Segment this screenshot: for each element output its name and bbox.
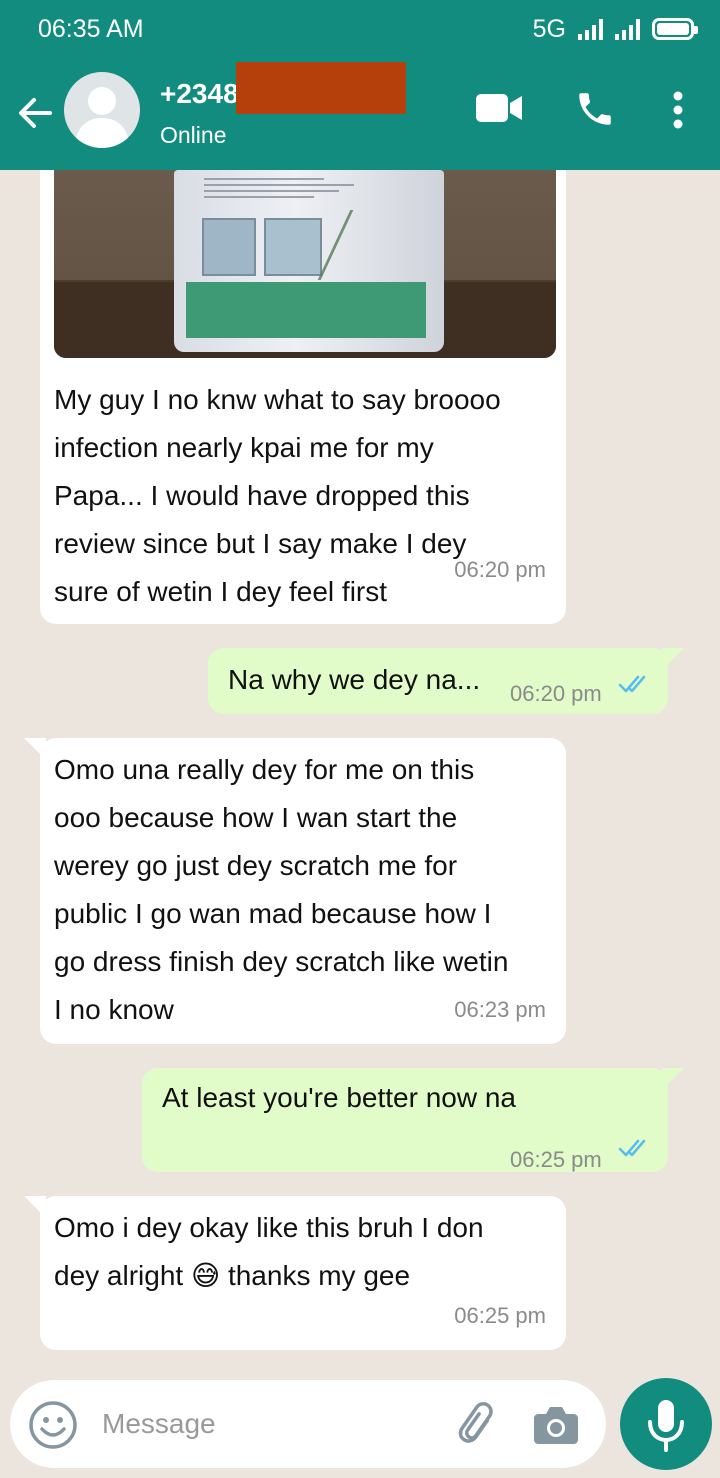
message-time: 06:25 pm	[510, 1147, 602, 1172]
more-vert-icon[interactable]	[670, 90, 686, 130]
message-text-part: thanks my gee	[220, 1260, 411, 1291]
signal-icon-2	[615, 18, 640, 40]
message-text: At least you're better now na	[162, 1082, 516, 1113]
chat-header: +2348 Online	[0, 58, 720, 170]
back-arrow-icon[interactable]	[14, 92, 56, 134]
mic-button[interactable]	[620, 1378, 712, 1470]
avatar[interactable]	[64, 72, 140, 148]
redaction-block	[236, 62, 406, 114]
message-incoming[interactable]: Omo una really dey for me on this ooo be…	[24, 738, 566, 1044]
message-input[interactable]: Message	[102, 1408, 216, 1440]
phone-call-icon[interactable]	[574, 88, 616, 130]
read-receipt-icon	[618, 1139, 646, 1157]
sweat-smile-emoji: 😅	[190, 1260, 221, 1291]
mic-icon	[648, 1400, 684, 1452]
message-text: Omo i dey okay like this bruh I don dey …	[54, 1204, 562, 1300]
status-time: 06:35 AM	[38, 14, 144, 43]
status-icons: 5G	[532, 14, 698, 44]
message-outgoing[interactable]: At least you're better now na 06:25 pm	[142, 1068, 684, 1172]
message-list[interactable]: My guy I no knw what to say broooo infec…	[0, 170, 720, 1380]
message-time: 06:20 pm	[510, 681, 602, 706]
status-bar: 06:35 AM 5G	[0, 0, 720, 58]
attach-icon[interactable]	[456, 1402, 502, 1448]
message-time: 06:20 pm	[454, 557, 546, 582]
contact-status: Online	[160, 122, 227, 148]
message-image[interactable]	[54, 170, 556, 358]
camera-icon[interactable]	[532, 1402, 580, 1446]
message-incoming[interactable]: Omo i dey okay like this bruh I don dey …	[24, 1196, 566, 1350]
message-time: 06:23 pm	[454, 997, 546, 1022]
network-type: 5G	[532, 14, 566, 43]
message-incoming[interactable]: My guy I no knw what to say broooo infec…	[40, 170, 566, 624]
video-call-icon[interactable]	[476, 92, 522, 124]
signal-icon	[578, 18, 603, 40]
emoji-icon[interactable]	[28, 1400, 78, 1450]
message-text: Na why we dey na...	[228, 664, 481, 695]
message-outgoing[interactable]: Na why we dey na... 06:20 pm	[208, 648, 684, 714]
contact-name[interactable]: +2348	[160, 78, 239, 110]
read-receipt-icon	[618, 675, 646, 693]
battery-icon	[652, 18, 698, 40]
message-composer[interactable]: Message	[10, 1380, 606, 1468]
message-time: 06:25 pm	[454, 1303, 546, 1328]
